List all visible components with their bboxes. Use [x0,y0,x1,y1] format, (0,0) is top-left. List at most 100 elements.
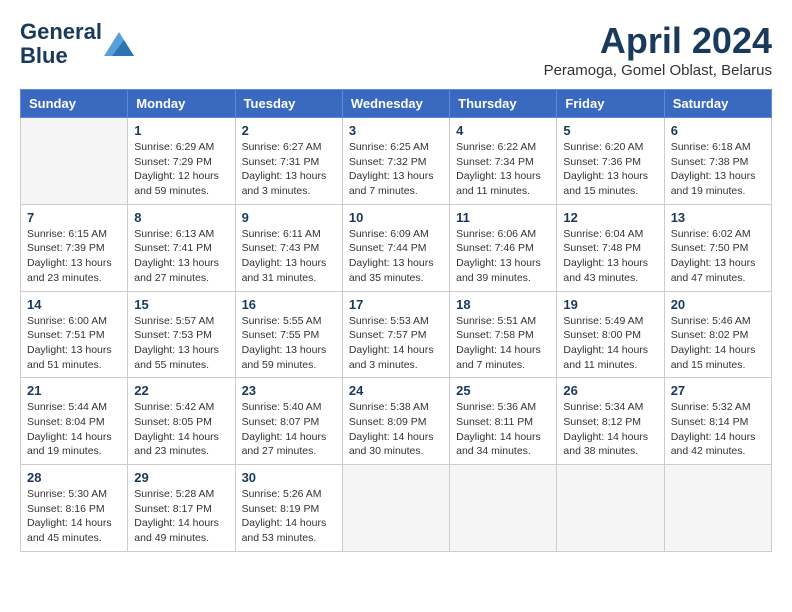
day-cell: 29 Sunrise: 5:28 AM Sunset: 8:17 PM Dayli… [128,465,235,552]
day-cell [664,465,771,552]
day-number: 22 [134,383,228,398]
day-info: Sunrise: 5:49 AM Sunset: 8:00 PM Dayligh… [563,314,657,373]
day-cell: 28 Sunrise: 5:30 AM Sunset: 8:16 PM Dayli… [21,465,128,552]
day-info: Sunrise: 5:42 AM Sunset: 8:05 PM Dayligh… [134,400,228,459]
day-cell: 27 Sunrise: 5:32 AM Sunset: 8:14 PM Dayli… [664,378,771,465]
day-cell: 22 Sunrise: 5:42 AM Sunset: 8:05 PM Dayli… [128,378,235,465]
day-number: 9 [242,210,336,225]
calendar-table: SundayMondayTuesdayWednesdayThursdayFrid… [20,89,772,552]
day-cell: 30Sunrise: 5:26 AM Sunset: 8:19 PM Dayli… [235,465,342,552]
day-number: 20 [671,297,765,312]
day-cell: 21 Sunrise: 5:44 AM Sunset: 8:04 PM Dayli… [21,378,128,465]
day-number: 29 [134,470,228,485]
day-info: Sunrise: 5:51 AM Sunset: 7:58 PM Dayligh… [456,314,550,373]
day-cell [557,465,664,552]
day-number: 7 [27,210,121,225]
day-info: Sunrise: 6:27 AM Sunset: 7:31 PM Dayligh… [242,140,336,199]
day-cell: 8 Sunrise: 6:13 AM Sunset: 7:41 PM Daylig… [128,204,235,291]
day-number: 14 [27,297,121,312]
logo: GeneralBlue [20,20,134,68]
logo-icon [104,32,134,56]
day-number: 12 [563,210,657,225]
day-cell [450,465,557,552]
day-number: 21 [27,383,121,398]
day-cell: 10Sunrise: 6:09 AM Sunset: 7:44 PM Dayli… [342,204,449,291]
day-info: Sunrise: 6:06 AM Sunset: 7:46 PM Dayligh… [456,227,550,286]
day-number: 15 [134,297,228,312]
day-number: 27 [671,383,765,398]
day-info: Sunrise: 6:20 AM Sunset: 7:36 PM Dayligh… [563,140,657,199]
day-info: Sunrise: 6:18 AM Sunset: 7:38 PM Dayligh… [671,140,765,199]
day-number: 23 [242,383,336,398]
day-info: Sunrise: 5:38 AM Sunset: 8:09 PM Dayligh… [349,400,443,459]
day-info: Sunrise: 5:46 AM Sunset: 8:02 PM Dayligh… [671,314,765,373]
day-number: 13 [671,210,765,225]
header-saturday: Saturday [664,90,771,118]
header-sunday: Sunday [21,90,128,118]
day-info: Sunrise: 5:32 AM Sunset: 8:14 PM Dayligh… [671,400,765,459]
header-thursday: Thursday [450,90,557,118]
week-row-3: 14 Sunrise: 6:00 AM Sunset: 7:51 PM Dayli… [21,291,772,378]
day-number: 25 [456,383,550,398]
day-info: Sunrise: 5:44 AM Sunset: 8:04 PM Dayligh… [27,400,121,459]
header-row: SundayMondayTuesdayWednesdayThursdayFrid… [21,90,772,118]
header: GeneralBlue April 2024 Peramoga, Gomel O… [20,20,772,79]
day-info: Sunrise: 5:40 AM Sunset: 8:07 PM Dayligh… [242,400,336,459]
day-cell: 25Sunrise: 5:36 AM Sunset: 8:11 PM Dayli… [450,378,557,465]
location: Peramoga, Gomel Oblast, Belarus [544,62,772,79]
day-number: 28 [27,470,121,485]
day-info: Sunrise: 6:09 AM Sunset: 7:44 PM Dayligh… [349,227,443,286]
header-wednesday: Wednesday [342,90,449,118]
day-info: Sunrise: 6:11 AM Sunset: 7:43 PM Dayligh… [242,227,336,286]
day-cell: 7 Sunrise: 6:15 AM Sunset: 7:39 PM Daylig… [21,204,128,291]
day-number: 2 [242,123,336,138]
day-cell: 12Sunrise: 6:04 AM Sunset: 7:48 PM Dayli… [557,204,664,291]
day-info: Sunrise: 6:22 AM Sunset: 7:34 PM Dayligh… [456,140,550,199]
header-tuesday: Tuesday [235,90,342,118]
day-cell [342,465,449,552]
day-info: Sunrise: 6:15 AM Sunset: 7:39 PM Dayligh… [27,227,121,286]
day-number: 8 [134,210,228,225]
day-number: 1 [134,123,228,138]
header-friday: Friday [557,90,664,118]
day-cell: 14 Sunrise: 6:00 AM Sunset: 7:51 PM Dayli… [21,291,128,378]
day-info: Sunrise: 5:53 AM Sunset: 7:57 PM Dayligh… [349,314,443,373]
day-info: Sunrise: 5:34 AM Sunset: 8:12 PM Dayligh… [563,400,657,459]
day-cell: 9 Sunrise: 6:11 AM Sunset: 7:43 PM Daylig… [235,204,342,291]
day-number: 19 [563,297,657,312]
day-cell: 13 Sunrise: 6:02 AM Sunset: 7:50 PM Dayli… [664,204,771,291]
day-info: Sunrise: 5:30 AM Sunset: 8:16 PM Dayligh… [27,487,121,546]
week-row-5: 28 Sunrise: 5:30 AM Sunset: 8:16 PM Dayli… [21,465,772,552]
day-number: 5 [563,123,657,138]
day-info: Sunrise: 6:13 AM Sunset: 7:41 PM Dayligh… [134,227,228,286]
day-cell: 2 Sunrise: 6:27 AM Sunset: 7:31 PM Daylig… [235,118,342,205]
day-number: 16 [242,297,336,312]
day-cell: 19 Sunrise: 5:49 AM Sunset: 8:00 PM Dayli… [557,291,664,378]
day-info: Sunrise: 5:57 AM Sunset: 7:53 PM Dayligh… [134,314,228,373]
day-info: Sunrise: 5:28 AM Sunset: 8:17 PM Dayligh… [134,487,228,546]
day-cell: 16 Sunrise: 5:55 AM Sunset: 7:55 PM Dayli… [235,291,342,378]
week-row-2: 7 Sunrise: 6:15 AM Sunset: 7:39 PM Daylig… [21,204,772,291]
day-cell: 4 Sunrise: 6:22 AM Sunset: 7:34 PM Daylig… [450,118,557,205]
day-number: 17 [349,297,443,312]
title-area: April 2024 Peramoga, Gomel Oblast, Belar… [544,20,772,79]
logo-text: GeneralBlue [20,20,102,68]
day-info: Sunrise: 5:55 AM Sunset: 7:55 PM Dayligh… [242,314,336,373]
day-info: Sunrise: 5:26 AM Sunset: 8:19 PM Dayligh… [242,487,336,546]
header-monday: Monday [128,90,235,118]
day-number: 18 [456,297,550,312]
day-number: 3 [349,123,443,138]
day-info: Sunrise: 6:29 AM Sunset: 7:29 PM Dayligh… [134,140,228,199]
day-cell: 5 Sunrise: 6:20 AM Sunset: 7:36 PM Daylig… [557,118,664,205]
day-cell: 3 Sunrise: 6:25 AM Sunset: 7:32 PM Daylig… [342,118,449,205]
day-cell: 15 Sunrise: 5:57 AM Sunset: 7:53 PM Dayli… [128,291,235,378]
day-number: 26 [563,383,657,398]
day-number: 6 [671,123,765,138]
day-info: Sunrise: 6:25 AM Sunset: 7:32 PM Dayligh… [349,140,443,199]
day-info: Sunrise: 6:02 AM Sunset: 7:50 PM Dayligh… [671,227,765,286]
day-cell: 1 Sunrise: 6:29 AM Sunset: 7:29 PM Daylig… [128,118,235,205]
day-number: 4 [456,123,550,138]
day-info: Sunrise: 6:00 AM Sunset: 7:51 PM Dayligh… [27,314,121,373]
day-cell: 20 Sunrise: 5:46 AM Sunset: 8:02 PM Dayli… [664,291,771,378]
month-title: April 2024 [544,20,772,62]
